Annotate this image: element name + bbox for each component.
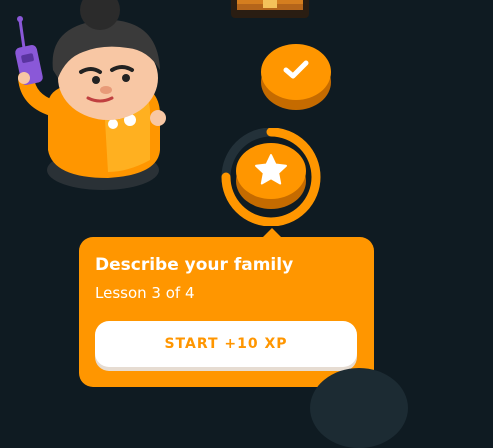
current-lesson-node[interactable]	[221, 128, 321, 226]
treasure-chest-icon[interactable]	[231, 0, 309, 18]
lesson-title: Describe your family	[95, 255, 294, 275]
locked-lesson-node[interactable]	[310, 368, 408, 448]
completed-lesson-node[interactable]	[261, 44, 331, 110]
star-icon	[255, 154, 287, 185]
lesson-subtitle: Lesson 3 of 4	[95, 284, 195, 302]
check-icon	[283, 60, 309, 79]
start-lesson-button[interactable]: START +10 XP	[95, 321, 357, 367]
lesson-start-button[interactable]	[236, 143, 306, 209]
character-illustration	[15, 0, 166, 190]
